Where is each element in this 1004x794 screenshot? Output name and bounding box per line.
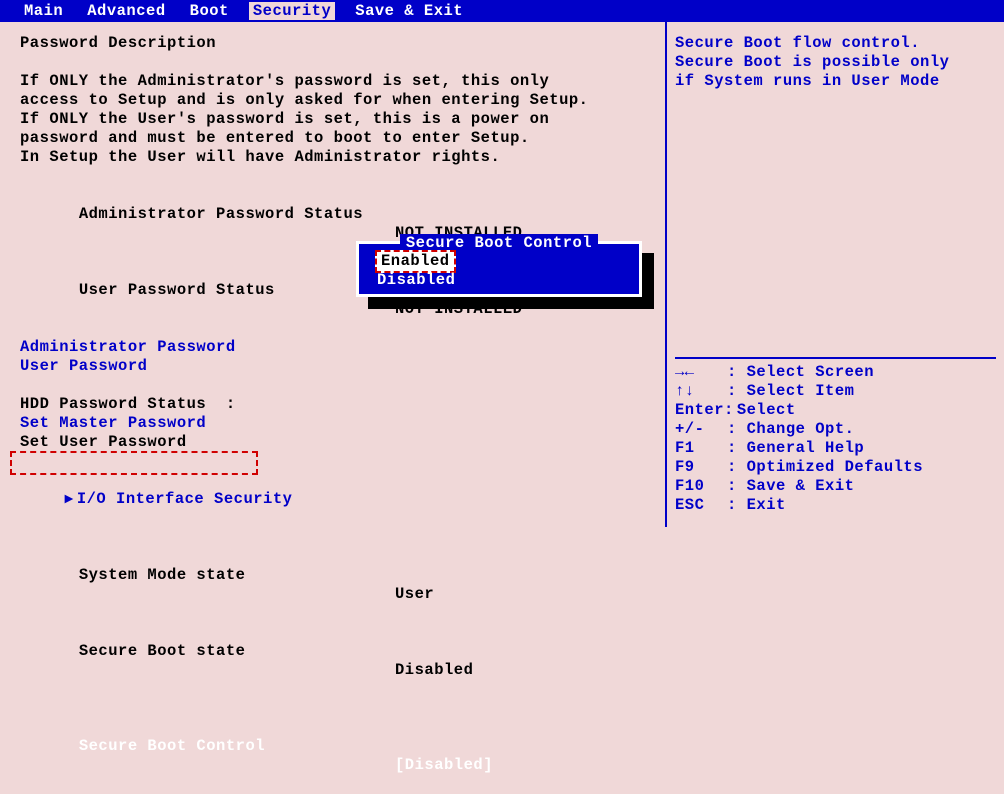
row-secure-boot-control[interactable]: Secure Boot Control [Disabled] (20, 718, 665, 794)
hotkey-select-screen: →←: Select Screen (675, 363, 996, 382)
hotkey-legend: →←: Select Screen ↑↓: Select Item Enter:… (675, 357, 996, 515)
popup-secure-boot-control: Secure Boot Control Enabled Disabled (356, 241, 642, 297)
hotkey-save-exit: F10: Save & Exit (675, 477, 996, 496)
help-line: Secure Boot is possible only (675, 53, 996, 72)
label: Secure Boot state (79, 642, 246, 660)
row-hdd-pw-status: HDD Password Status : (20, 395, 665, 414)
help-line: if System runs in User Mode (675, 72, 996, 91)
hotkey-exit: ESC: Exit (675, 496, 996, 515)
help-panel: Secure Boot flow control. Secure Boot is… (665, 22, 1004, 527)
tab-boot[interactable]: Boot (186, 2, 233, 20)
hotkey-select-item: ↑↓: Select Item (675, 382, 996, 401)
hotkey-enter: Enter: Select (675, 401, 996, 420)
label: Administrator Password Status (79, 205, 363, 223)
value: Disabled (395, 661, 473, 680)
help-line: Secure Boot flow control. (675, 34, 996, 53)
value: User (395, 585, 434, 604)
hotkey-general-help: F1: General Help (675, 439, 996, 458)
row-user-password[interactable]: User Password (20, 357, 665, 376)
popup-option-enabled[interactable]: Enabled (375, 250, 456, 273)
tab-advanced[interactable]: Advanced (83, 2, 169, 20)
row-set-user-password[interactable]: Set User Password (20, 433, 665, 452)
desc-line: If ONLY the Administrator's password is … (20, 72, 665, 91)
popup-option-disabled[interactable]: Disabled (363, 271, 635, 290)
row-io-interface-security[interactable]: ▸I/O Interface Security (20, 471, 665, 528)
desc-line: In Setup the User will have Administrato… (20, 148, 665, 167)
hotkey-defaults: F9: Optimized Defaults (675, 458, 996, 477)
row-secure-boot-state: Secure Boot state Disabled (20, 623, 665, 699)
label: Secure Boot Control (79, 737, 265, 755)
tab-security[interactable]: Security (249, 2, 335, 20)
row-system-mode-state: System Mode state User (20, 547, 665, 623)
label: System Mode state (79, 566, 246, 584)
row-set-master-password[interactable]: Set Master Password (20, 414, 665, 433)
label: User Password Status (79, 281, 275, 299)
submenu-arrow-icon: ▸ (65, 490, 77, 509)
desc-line: If ONLY the User's password is set, this… (20, 110, 665, 129)
label: I/O Interface Security (77, 490, 293, 508)
desc-line: access to Setup and is only asked for wh… (20, 91, 665, 110)
desc-line: password and must be entered to boot to … (20, 129, 665, 148)
value: NOT INSTALLED (395, 300, 522, 319)
main-panel: Password Description If ONLY the Adminis… (0, 22, 665, 527)
tab-main[interactable]: Main (20, 2, 67, 20)
tab-save-exit[interactable]: Save & Exit (351, 2, 467, 20)
heading-password-description: Password Description (20, 34, 665, 53)
menubar: Main Advanced Boot Security Save & Exit (0, 0, 1004, 22)
value: [Disabled] (395, 756, 493, 775)
hotkey-change-opt: +/-: Change Opt. (675, 420, 996, 439)
row-admin-password[interactable]: Administrator Password (20, 338, 665, 357)
